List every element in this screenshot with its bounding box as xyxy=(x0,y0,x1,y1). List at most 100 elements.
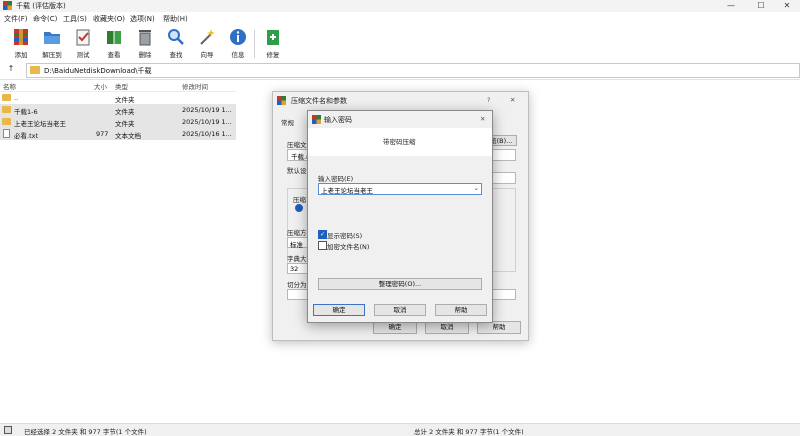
toolbar-separator xyxy=(254,30,255,58)
text-file-icon xyxy=(3,129,10,138)
menu-bar: 文件(F) 命令(C) 工具(S) 收藏夹(O) 选项(N) 帮助(H) xyxy=(0,12,800,25)
tool-info-button[interactable]: 信息 xyxy=(223,26,253,60)
folder-icon xyxy=(2,118,11,125)
tool-test-button[interactable]: 测试 xyxy=(68,26,98,60)
file-mtime: 2025/10/19 1... xyxy=(182,118,232,126)
chevron-down-icon: ⌄ xyxy=(473,184,479,192)
help-button[interactable]: 帮助 xyxy=(435,304,487,316)
up-arrow-icon[interactable]: ↑ xyxy=(4,64,18,76)
ok-button[interactable]: 确定 xyxy=(313,304,365,316)
file-mtime: 2025/10/16 1... xyxy=(182,130,232,138)
menu-file[interactable]: 文件(F) xyxy=(4,14,28,24)
password-dialog: 输入密码 ✕ 带密码压缩 输入密码(E) 上老王论坛当老王 ⌄ ✓ 显示密码(S… xyxy=(307,110,493,323)
dict-size-label: 字典大 xyxy=(287,255,307,263)
cancel-button[interactable]: 取消 xyxy=(374,304,426,316)
close-button[interactable]: ✕ xyxy=(774,0,800,12)
menu-tools[interactable]: 工具(S) xyxy=(63,14,87,24)
format-radio[interactable] xyxy=(295,204,303,212)
col-name-header[interactable]: 名称 xyxy=(3,81,16,91)
tool-find-label: 查找 xyxy=(169,51,183,59)
path-field[interactable]: D:\BaiduNetdiskDownload\千载 xyxy=(26,63,800,78)
tool-find-button[interactable]: 查找 xyxy=(161,26,191,60)
tool-delete-label: 删除 xyxy=(138,51,152,59)
subtitle: 带密码压缩 xyxy=(383,138,416,146)
profile-label: 默认设 xyxy=(287,167,307,175)
tool-wizard-label: 向导 xyxy=(200,51,214,59)
method-label: 压缩方 xyxy=(287,229,307,237)
file-name: 必看.txt xyxy=(14,132,39,140)
password-value: 上老王论坛当老王 xyxy=(321,187,373,195)
drive-icon xyxy=(4,426,12,434)
title-bar: 千载 (评估版本) — ☐ ✕ xyxy=(0,0,800,12)
folder-icon xyxy=(2,106,11,113)
tool-extract-button[interactable]: 解压到 xyxy=(37,26,67,60)
repair-icon xyxy=(267,30,279,45)
folder-icon xyxy=(2,94,11,101)
tool-wizard-button[interactable]: 向导 xyxy=(192,26,222,60)
tool-delete-button[interactable]: 删除 xyxy=(130,26,160,60)
tool-add-label: 添加 xyxy=(14,51,28,59)
tab-general[interactable]: 常规 xyxy=(281,117,294,127)
app-logo-icon xyxy=(3,1,12,10)
menu-help[interactable]: 帮助(H) xyxy=(163,14,188,24)
dialog-header: 带密码压缩 xyxy=(308,128,492,156)
file-name: 上老王论坛当老王 xyxy=(14,120,66,128)
archive-name-label: 压缩文 xyxy=(287,141,307,149)
col-mtime-header[interactable]: 修改时间 xyxy=(182,81,208,91)
tool-repair-label: 修复 xyxy=(266,51,280,59)
close-icon[interactable]: ✕ xyxy=(480,115,485,123)
minimize-button[interactable]: — xyxy=(718,0,744,12)
wizard-icon xyxy=(200,29,215,45)
toolbar: 添加 解压到 测试 查看 删除 查找 向导 信息 修复 xyxy=(0,25,800,62)
col-type-header[interactable]: 类型 xyxy=(115,81,128,91)
tool-test-label: 测试 xyxy=(76,51,90,59)
show-password-label: 显示密码(S) xyxy=(327,232,363,240)
path-text: D:\BaiduNetdiskDownload\千载 xyxy=(44,67,152,75)
dialog-title: 压缩文件名和参数 xyxy=(291,97,347,105)
tool-repair-button[interactable]: 修复 xyxy=(258,26,288,60)
show-password-checkbox[interactable]: ✓ xyxy=(318,230,327,239)
encrypt-names-label: 加密文件名(N) xyxy=(327,243,370,251)
view-book-icon xyxy=(107,31,121,44)
delete-icon xyxy=(139,30,151,46)
file-name: .. xyxy=(14,94,19,102)
file-name: 千载1-6 xyxy=(14,108,38,116)
extract-folder-icon xyxy=(44,32,60,44)
file-row[interactable]: .. 文件夹 xyxy=(0,92,236,104)
file-row[interactable]: 千载1-6 文件夹 2025/10/19 1... xyxy=(0,104,236,116)
info-icon xyxy=(230,29,246,45)
app-logo-icon xyxy=(277,96,286,105)
password-field[interactable]: 上老王论坛当老王 ⌄ xyxy=(318,183,482,195)
password-label: 输入密码(E) xyxy=(318,175,354,183)
test-icon xyxy=(76,29,90,46)
menu-options[interactable]: 选项(N) xyxy=(130,14,155,24)
dialog-title: 输入密码 xyxy=(324,116,352,124)
add-archive-icon xyxy=(14,29,28,45)
encrypt-names-checkbox[interactable] xyxy=(318,241,327,250)
maximize-button[interactable]: ☐ xyxy=(748,0,774,12)
file-size: 977 xyxy=(96,130,109,138)
file-type: 文本文档 xyxy=(115,132,141,140)
close-icon[interactable]: ✕ xyxy=(510,96,515,104)
tool-add-button[interactable]: 添加 xyxy=(6,26,36,60)
folder-icon xyxy=(30,66,40,74)
file-type: 文件夹 xyxy=(115,120,135,128)
window-title: 千载 (评估版本) xyxy=(16,2,66,10)
file-row[interactable]: 必看.txt 977 文本文档 2025/10/16 1... xyxy=(0,128,236,140)
app-logo-icon xyxy=(312,115,321,124)
help-icon[interactable]: ? xyxy=(487,96,490,104)
menu-favorites[interactable]: 收藏夹(O) xyxy=(93,14,125,24)
tool-view-label: 查看 xyxy=(107,51,121,59)
file-row[interactable]: 上老王论坛当老王 文件夹 2025/10/19 1... xyxy=(0,116,236,128)
split-label: 切分为 xyxy=(287,281,307,289)
file-type: 文件夹 xyxy=(115,96,135,104)
find-icon xyxy=(168,29,184,45)
file-list-header: 名称 大小 类型 修改时间 xyxy=(0,80,236,92)
address-bar: ↑ D:\BaiduNetdiskDownload\千载 xyxy=(0,61,800,80)
tool-extract-label: 解压到 xyxy=(42,51,62,59)
format-label: 压缩 xyxy=(293,196,306,204)
col-size-header[interactable]: 大小 xyxy=(94,81,107,91)
menu-command[interactable]: 命令(C) xyxy=(33,14,57,24)
tool-view-button[interactable]: 查看 xyxy=(99,26,129,60)
manage-passwords-button[interactable]: 整理密码(O)... xyxy=(318,278,482,290)
